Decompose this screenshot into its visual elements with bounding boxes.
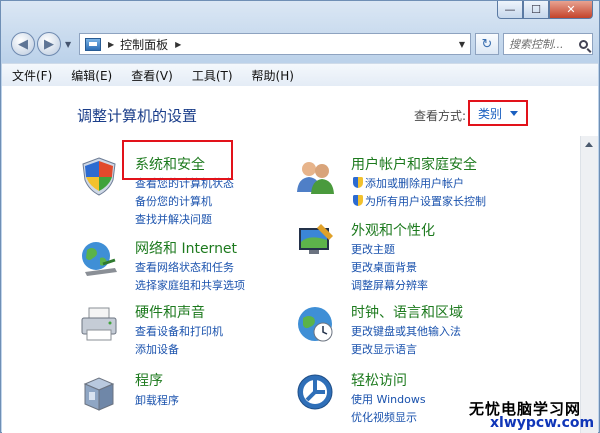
link-troubleshoot[interactable]: 查找并解决问题 bbox=[135, 211, 212, 227]
maximize-button[interactable]: ☐ bbox=[523, 1, 549, 19]
users-icon[interactable] bbox=[295, 156, 335, 196]
category-title[interactable]: 硬件和声音 bbox=[135, 302, 205, 322]
link-network-status[interactable]: 查看网络状态和任务 bbox=[135, 259, 234, 275]
link-backup-computer[interactable]: 备份您的计算机 bbox=[135, 193, 212, 209]
view-by-value: 类别 bbox=[478, 106, 503, 121]
forward-arrow-icon: ▶ bbox=[44, 36, 54, 52]
network-globe-icon[interactable] bbox=[79, 238, 119, 278]
printer-icon[interactable] bbox=[79, 304, 119, 344]
scroll-up-icon[interactable] bbox=[585, 142, 593, 147]
breadcrumb-control-panel[interactable]: 控制面板 bbox=[120, 36, 168, 53]
programs-box-icon[interactable] bbox=[79, 372, 119, 412]
category-title[interactable]: 程序 bbox=[135, 370, 163, 390]
breadcrumb-separator-icon[interactable]: ▶ bbox=[108, 40, 114, 49]
vertical-scrollbar[interactable] bbox=[580, 136, 598, 433]
page-title: 调整计算机的设置 bbox=[77, 107, 198, 125]
menu-bar: 文件(F) 编辑(E) 查看(V) 工具(T) 帮助(H) bbox=[2, 63, 598, 87]
search-input[interactable]: 搜索控制... bbox=[503, 33, 593, 55]
menu-tools[interactable]: 工具(T) bbox=[182, 67, 242, 84]
uac-shield-icon bbox=[353, 177, 363, 188]
view-by-dropdown[interactable]: 类别 bbox=[468, 100, 528, 126]
category-title[interactable]: 外观和个性化 bbox=[351, 220, 435, 240]
watermark-url: xlwypcw.com bbox=[490, 415, 595, 431]
minimize-button[interactable]: — bbox=[497, 1, 523, 19]
link-parental-controls[interactable]: 为所有用户设置家长控制 bbox=[353, 193, 486, 209]
back-arrow-icon: ◀ bbox=[18, 36, 28, 52]
ease-of-access-icon[interactable] bbox=[295, 372, 335, 412]
link-change-desktop-background[interactable]: 更改桌面背景 bbox=[351, 259, 417, 275]
category-title[interactable]: 轻松访问 bbox=[351, 370, 407, 390]
menu-file[interactable]: 文件(F) bbox=[2, 67, 61, 84]
link-change-theme[interactable]: 更改主题 bbox=[351, 241, 395, 257]
refresh-button[interactable]: ↻ bbox=[475, 33, 499, 55]
window-controls: — ☐ ✕ bbox=[497, 1, 593, 19]
view-by-label: 查看方式: bbox=[414, 109, 467, 123]
back-button[interactable]: ◀ bbox=[11, 32, 35, 56]
link-change-display-language[interactable]: 更改显示语言 bbox=[351, 341, 417, 357]
appearance-monitor-icon[interactable] bbox=[295, 220, 335, 260]
breadcrumb-arrow-icon[interactable]: ▶ bbox=[175, 40, 181, 49]
chevron-down-icon bbox=[510, 110, 519, 116]
link-text[interactable]: 添加或删除用户帐户 bbox=[365, 177, 464, 190]
link-add-device[interactable]: 添加设备 bbox=[135, 341, 179, 357]
content-pane: 调整计算机的设置 查看方式: 类别 系统和安全 查看您的计算机状态 备份您的计算… bbox=[2, 86, 598, 433]
link-change-input-method[interactable]: 更改键盘或其他输入法 bbox=[351, 323, 461, 339]
link-use-windows[interactable]: 使用 Windows bbox=[351, 391, 426, 407]
menu-view[interactable]: 查看(V) bbox=[121, 67, 182, 84]
search-icon[interactable] bbox=[579, 39, 588, 49]
link-text[interactable]: 为所有用户设置家长控制 bbox=[365, 195, 486, 208]
link-devices-printers[interactable]: 查看设备和打印机 bbox=[135, 323, 223, 339]
menu-help[interactable]: 帮助(H) bbox=[242, 67, 303, 84]
clock-globe-icon[interactable] bbox=[295, 304, 335, 344]
highlight-box bbox=[122, 140, 233, 180]
control-panel-icon bbox=[85, 37, 101, 51]
search-placeholder: 搜索控制... bbox=[509, 38, 564, 51]
category-title[interactable]: 用户帐户和家庭安全 bbox=[351, 154, 477, 174]
address-dropdown-icon[interactable]: ▼ bbox=[459, 40, 465, 49]
close-button[interactable]: ✕ bbox=[549, 1, 593, 19]
link-homegroup-sharing[interactable]: 选择家庭组和共享选项 bbox=[135, 277, 245, 293]
recent-pages-dropdown[interactable]: ▼ bbox=[65, 40, 71, 49]
link-uninstall-program[interactable]: 卸载程序 bbox=[135, 392, 179, 408]
category-title[interactable]: 时钟、语言和区域 bbox=[351, 302, 463, 322]
refresh-icon: ↻ bbox=[481, 36, 493, 52]
forward-button[interactable]: ▶ bbox=[37, 32, 61, 56]
control-panel-window: — ☐ ✕ ◀ ▶ ▼ ▶ 控制面板 ▶ ▼ ↻ 搜索控制... 文件(F) 编… bbox=[0, 0, 600, 433]
address-bar[interactable]: ▶ 控制面板 ▶ ▼ bbox=[79, 33, 471, 55]
uac-shield-icon bbox=[353, 195, 363, 206]
category-title[interactable]: 网络和 Internet bbox=[135, 238, 237, 258]
security-shield-icon[interactable] bbox=[79, 156, 119, 196]
menu-edit[interactable]: 编辑(E) bbox=[61, 67, 121, 84]
link-optimize-video[interactable]: 优化视频显示 bbox=[351, 409, 417, 425]
link-adjust-resolution[interactable]: 调整屏幕分辨率 bbox=[351, 277, 428, 293]
link-add-remove-users[interactable]: 添加或删除用户帐户 bbox=[353, 175, 464, 191]
navigation-bar: ◀ ▶ ▼ ▶ 控制面板 ▶ ▼ ↻ 搜索控制... bbox=[9, 31, 593, 59]
